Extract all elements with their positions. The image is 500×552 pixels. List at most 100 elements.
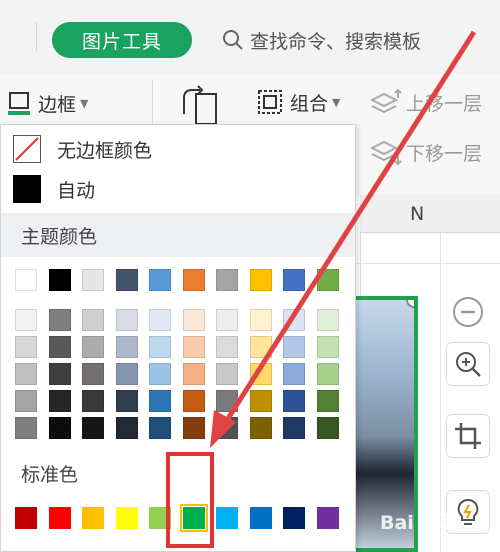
theme-shade-swatch[interactable] xyxy=(82,417,104,439)
theme-shade-swatch[interactable] xyxy=(15,417,37,439)
theme-shade-swatch[interactable] xyxy=(216,363,238,385)
theme-shade-swatch[interactable] xyxy=(182,309,205,331)
standard-color-swatch[interactable] xyxy=(82,507,104,529)
no-border-color-option[interactable]: 无边框颜色 xyxy=(13,135,152,163)
theme-shade-swatch[interactable] xyxy=(182,390,205,412)
theme-color-swatch[interactable] xyxy=(48,269,71,291)
watermark: Bai 经验 xyxy=(380,512,459,534)
theme-shade-swatch[interactable] xyxy=(283,363,305,385)
theme-shade-swatch[interactable] xyxy=(316,336,339,358)
theme-shade-swatch[interactable] xyxy=(249,309,272,331)
resize-handle[interactable] xyxy=(406,300,414,308)
theme-shade-swatch[interactable] xyxy=(283,336,305,358)
automatic-color-option[interactable]: 自动 xyxy=(13,175,95,203)
theme-shade-swatch[interactable] xyxy=(249,336,272,358)
theme-shade-swatch[interactable] xyxy=(182,363,205,385)
theme-shade-swatch[interactable] xyxy=(15,336,37,358)
zoom-out-button[interactable] xyxy=(446,290,490,334)
crop-icon xyxy=(455,423,481,449)
theme-color-swatch[interactable] xyxy=(82,269,104,291)
column-header-bar xyxy=(360,195,500,233)
bring-forward-label: 上移一层 xyxy=(406,92,483,115)
border-button[interactable]: 边框 ▼ xyxy=(6,86,88,120)
theme-shade-swatch[interactable] xyxy=(15,390,37,412)
theme-shade-swatch[interactable] xyxy=(216,336,238,358)
theme-color-swatch[interactable] xyxy=(149,269,171,291)
theme-color-swatch[interactable] xyxy=(316,269,339,291)
bring-forward-button[interactable]: 上移一层 xyxy=(370,88,482,116)
theme-color-swatch[interactable] xyxy=(216,269,238,291)
standard-color-swatch[interactable] xyxy=(216,507,238,529)
theme-shade-swatch[interactable] xyxy=(216,390,238,412)
send-backward-label: 下移一层 xyxy=(406,142,483,165)
theme-shade-swatch[interactable] xyxy=(149,336,171,358)
theme-shade-swatch[interactable] xyxy=(15,309,37,331)
theme-shade-swatch[interactable] xyxy=(249,390,272,412)
zoom-in-icon xyxy=(456,352,481,377)
theme-shade-swatch[interactable] xyxy=(316,309,339,331)
standard-color-swatch[interactable] xyxy=(249,507,272,529)
theme-shade-swatch[interactable] xyxy=(316,390,339,412)
theme-shade-swatch[interactable] xyxy=(48,363,71,385)
grid-line xyxy=(356,263,500,264)
standard-colors-title: 标准色 xyxy=(21,463,79,486)
theme-shade-swatch[interactable] xyxy=(48,336,71,358)
theme-shade-swatch[interactable] xyxy=(15,363,37,385)
theme-shade-swatch[interactable] xyxy=(115,336,138,358)
theme-color-swatch[interactable] xyxy=(115,269,138,291)
theme-shade-swatch[interactable] xyxy=(316,363,339,385)
standard-color-swatch[interactable] xyxy=(316,507,339,529)
theme-color-swatch[interactable] xyxy=(283,269,305,291)
crop-button[interactable] xyxy=(446,414,490,458)
theme-color-swatch[interactable] xyxy=(249,269,272,291)
standard-color-swatch[interactable] xyxy=(48,507,71,529)
group-icon xyxy=(258,90,282,114)
theme-shade-swatch[interactable] xyxy=(216,309,238,331)
theme-shade-swatch[interactable] xyxy=(48,309,71,331)
theme-shade-swatch[interactable] xyxy=(115,309,138,331)
border-icon xyxy=(6,90,32,116)
zoom-in-button[interactable] xyxy=(446,342,490,386)
theme-shade-swatch[interactable] xyxy=(115,363,138,385)
theme-shade-swatch[interactable] xyxy=(182,417,205,439)
theme-shade-swatch[interactable] xyxy=(149,363,171,385)
theme-shade-swatch[interactable] xyxy=(182,336,205,358)
theme-color-swatch[interactable] xyxy=(15,269,37,291)
theme-shade-swatch[interactable] xyxy=(283,309,305,331)
minus-circle-icon xyxy=(453,297,483,327)
grid-line xyxy=(440,233,441,552)
theme-colors-header: 主题颜色 xyxy=(1,213,355,257)
theme-shade-swatch[interactable] xyxy=(149,390,171,412)
theme-shade-swatch[interactable] xyxy=(249,417,272,439)
theme-shade-swatch[interactable] xyxy=(316,417,339,439)
picture-tools-tab[interactable]: 图片工具 xyxy=(52,22,192,58)
app-window: 图片工具 查找命令、搜索模板 边框 ▼ 组合 ▼ 上移一层 下移一层 N 无边框… xyxy=(0,0,500,552)
send-backward-button[interactable]: 下移一层 xyxy=(370,138,482,166)
command-search[interactable]: 查找命令、搜索模板 xyxy=(222,22,421,58)
theme-shade-swatch[interactable] xyxy=(283,417,305,439)
theme-shade-swatch[interactable] xyxy=(149,309,171,331)
theme-shade-swatch[interactable] xyxy=(149,417,171,439)
theme-shade-swatch[interactable] xyxy=(82,363,104,385)
standard-color-swatch[interactable] xyxy=(115,507,138,529)
theme-shade-swatch[interactable] xyxy=(283,390,305,412)
theme-shade-swatch[interactable] xyxy=(82,336,104,358)
group-button[interactable]: 组合 ▼ xyxy=(256,88,340,116)
standard-color-swatch[interactable] xyxy=(283,507,305,529)
group-label: 组合 xyxy=(290,92,329,115)
theme-shade-swatch[interactable] xyxy=(216,417,238,439)
theme-shade-swatch[interactable] xyxy=(115,390,138,412)
theme-shade-swatch[interactable] xyxy=(48,417,71,439)
top-toolbar: 图片工具 查找命令、搜索模板 xyxy=(0,0,500,74)
standard-color-swatch[interactable] xyxy=(15,507,37,529)
theme-color-swatch[interactable] xyxy=(182,269,205,291)
theme-shade-swatch[interactable] xyxy=(115,417,138,439)
theme-shade-swatch[interactable] xyxy=(82,390,104,412)
layer-up-icon xyxy=(370,88,402,114)
chevron-down-icon: ▼ xyxy=(80,96,89,110)
border-label: 边框 xyxy=(38,93,77,116)
theme-shade-swatch[interactable] xyxy=(82,309,104,331)
theme-shade-swatch[interactable] xyxy=(249,363,272,385)
theme-shade-swatch[interactable] xyxy=(48,390,71,412)
column-header-n[interactable]: N xyxy=(410,203,424,225)
